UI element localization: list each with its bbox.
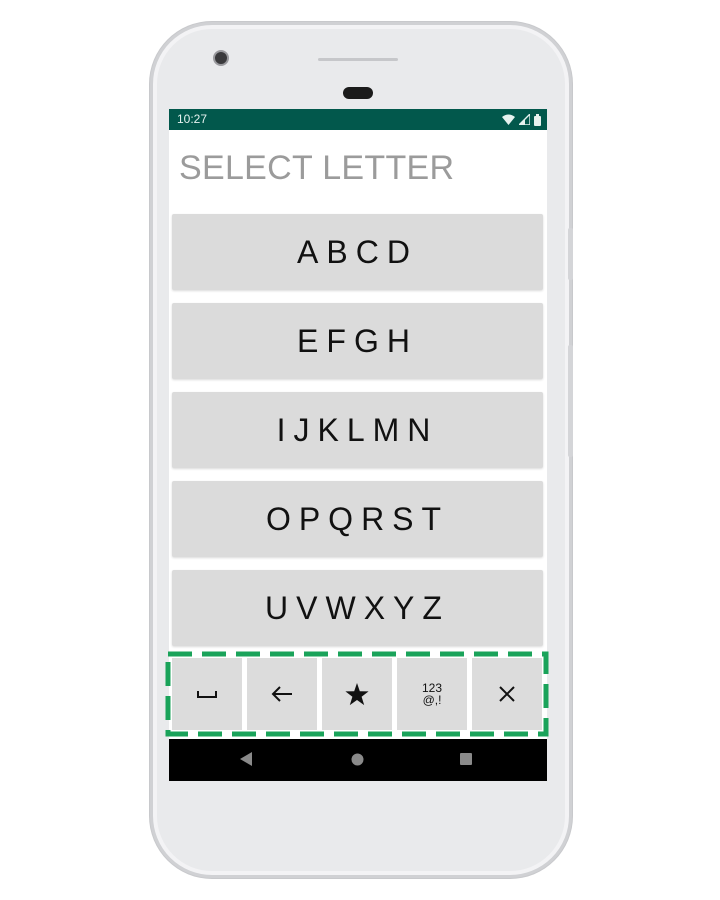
home-icon[interactable] (351, 753, 364, 766)
volume-button (568, 345, 573, 457)
letter-group-ijklmn[interactable]: IJKLMN (172, 392, 543, 468)
page-title: SELECT LETTER (179, 149, 455, 187)
navigation-bar (169, 739, 547, 781)
front-camera (213, 50, 229, 66)
letter-group-abcd[interactable]: ABCD (172, 214, 543, 290)
action-toolbar: 123 @,! (165, 651, 549, 737)
earpiece (343, 87, 373, 99)
status-bar: 10:27 (169, 109, 547, 130)
toolbar-highlight (165, 651, 549, 737)
status-icons (502, 113, 541, 126)
letter-group-uvwxyz[interactable]: UVWXYZ (172, 570, 543, 646)
letter-group-efgh[interactable]: EFGH (172, 303, 543, 379)
back-icon[interactable] (239, 751, 253, 767)
recents-icon[interactable] (460, 753, 472, 765)
power-button (568, 228, 573, 280)
signal-icon (519, 114, 530, 125)
battery-icon (534, 113, 541, 126)
status-time: 10:27 (177, 112, 208, 126)
wifi-icon (502, 114, 515, 125)
letter-group-opqrst[interactable]: OPQRST (172, 481, 543, 557)
speaker-grille (318, 58, 398, 61)
